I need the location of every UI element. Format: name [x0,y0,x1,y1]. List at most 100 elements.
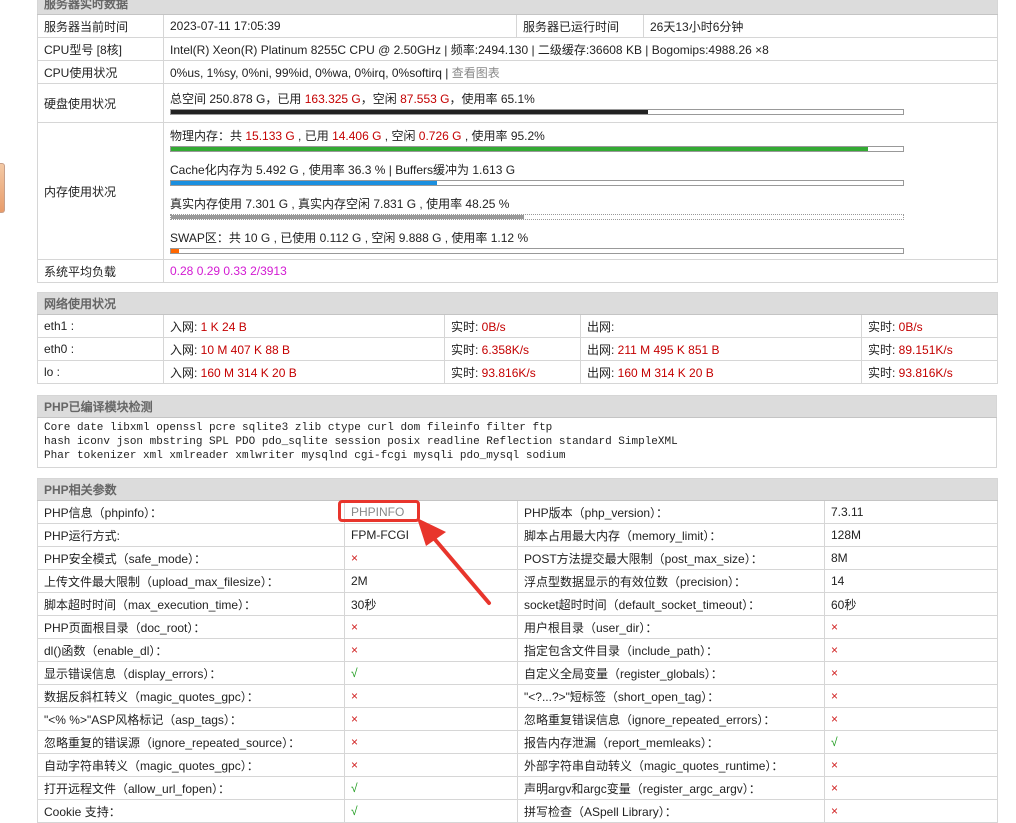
php-param-value: × [344,615,518,639]
php-param-label: PHP版本（php_version）： [517,500,825,524]
php-param-row: 打开远程文件（allow_url_fopen）： √ 声明argv和argc变量（r… [37,776,998,800]
php-param-value: × [344,707,518,731]
php-param-value: × [344,753,518,777]
section-title-server: 服务器实时数据 [36,0,999,15]
mem-physical-fill [171,146,868,151]
net-rt-in-value: 93.816K/s [481,365,536,380]
mem-physical-bar [170,145,904,152]
php-param-label: 脚本占用最大内存（memory_limit）： [517,523,825,547]
php-param-label: PHP运行方式: [37,523,345,547]
php-param-row: "<% %>"ASP风格标记（asp_tags）： × 忽略重复错误信息（ignor… [37,707,998,731]
cpu-chart-link[interactable]: 查看图表 [452,66,500,80]
php-param-row: dl()函数（enable_dl）： × 指定包含文件目录（include_path… [37,638,998,662]
section-title-modules: PHP已编译模块检测 [37,395,997,418]
disk-text: 总空间 250.878 G，已用 163.325 G，空闲 87.553 G，使… [170,91,535,106]
php-param-label: POST方法提交最大限制（post_max_size）： [517,546,825,570]
php-param-label: dl()函数（enable_dl）： [37,638,345,662]
php-param-label: 忽略重复错误信息（ignore_repeated_errors）： [517,707,825,731]
net-rt-out-value: 0B/s [898,319,923,334]
load-label: 系统平均负载 [37,259,164,283]
php-param-label: 忽略重复的错误源（ignore_repeated_source）： [37,730,345,754]
php-param-label: 打开远程文件（allow_url_fopen）： [37,776,345,800]
php-param-label: Cookie 支持： [37,799,345,823]
mem-cache-text: Cache化内存为 5.492 G , 使用率 36.3 % | Buffers… [170,162,516,177]
php-param-label: 上传文件最大限制（upload_max_filesize）： [37,569,345,593]
php-param-value: √ [344,776,518,800]
php-param-label: 自定义全局变量（register_globals）： [517,661,825,685]
network-row: eth0 : 入网: 10 M 407 K 88 B 实时: 6.358K/s 出网:… [37,337,999,361]
net-rt-out-cell: 实时: 0B/s [860,314,999,338]
php-params-table: PHP相关参数 PHP信息（phpinfo）： PHPINFO PHP版本（php_… [37,478,998,823]
php-param-row: PHP信息（phpinfo）： PHPINFO PHP版本（php_version）… [37,500,998,524]
interface-name: eth0 : [37,337,164,361]
php-param-row: 忽略重复的错误源（ignore_repeated_source）： × 报告内存泄漏… [37,730,998,754]
mem-swap-text: SWAP区：共 10 G , 已使用 0.112 G , 空闲 9.888 G … [170,230,529,245]
php-param-value: × [824,707,998,731]
php-param-value: × [824,638,998,662]
server-time-label: 服务器当前时间 [37,14,164,38]
memory-label: 内存使用状况 [37,122,164,260]
mem-cache-bar [170,179,904,186]
modules-list: Core date libxml openssl pcre sqlite3 zl… [37,417,997,468]
cpu-model-value: Intel(R) Xeon(R) Platinum 8255C CPU @ 2.… [162,37,999,61]
php-param-value: × [824,753,998,777]
php-param-row: PHP安全模式（safe_mode）： × POST方法提交最大限制（post_ma… [37,546,998,570]
load-value: 0.28 0.29 0.33 2/3913 [162,259,999,283]
uptime-value: 26天13小时6分钟 [642,14,999,38]
disk-label: 硬盘使用状况 [37,83,164,123]
net-in-cell: 入网: 160 M 314 K 20 B [163,360,445,384]
php-param-label: socket超时时间（default_socket_timeout）： [517,592,825,616]
php-param-value: √ [344,661,518,685]
php-param-row: Cookie 支持： √ 拼写检查（ASpell Library）： × [37,799,998,823]
mem-real-text: 真实内存使用 7.301 G , 真实内存空闲 7.831 G , 使用率 48… [170,196,510,211]
php-param-value: 60秒 [824,592,998,616]
php-param-row: 脚本超时时间（max_execution_time）： 30秒 socket超时时间… [37,592,998,616]
net-rt-in-cell: 实时: 0B/s [444,314,581,338]
php-param-value: × [824,615,998,639]
disk-cell: 总空间 250.878 G，已用 163.325 G，空闲 87.553 G，使… [162,83,999,123]
php-param-value: 7.3.11 [824,500,998,524]
php-param-label: 脚本超时时间（max_execution_time）： [37,592,345,616]
php-param-row: PHP运行方式: FPM-FCGI 脚本占用最大内存（memory_limit）： 1… [37,523,998,547]
php-param-row: 显示错误信息（display_errors）： √ 自定义全局变量（register… [37,661,998,685]
net-rt-in-value: 6.358K/s [481,342,530,357]
php-param-label: 外部字符串自动转义（magic_quotes_runtime）： [517,753,825,777]
mem-swap-bar [170,247,904,254]
uptime-label: 服务器已运行时间 [516,14,644,38]
php-param-label: 声明argv和argc变量（register_argc_argv）： [517,776,825,800]
disk-usage-fill [171,109,648,114]
php-param-value: × [824,661,998,685]
net-rt-out-cell: 实时: 89.151K/s [860,337,999,361]
mem-cache-fill [171,180,437,185]
php-param-value: × [344,546,518,570]
network-table: 网络使用状况 eth1 : 入网: 1 K 24 B 实时: 0B/s 出网: 实时:… [36,292,999,384]
net-rt-in-cell: 实时: 6.358K/s [444,337,581,361]
net-rt-out-cell: 实时: 93.816K/s [860,360,999,384]
net-in-value: 1 K 24 B [200,319,247,334]
interface-name: lo : [37,360,164,384]
php-param-value: × [344,638,518,662]
php-param-label: 用户根目录（user_dir）： [517,615,825,639]
php-param-label: PHP安全模式（safe_mode）： [37,546,345,570]
net-rt-out-value: 89.151K/s [898,342,953,357]
php-param-value: × [824,684,998,708]
php-param-label: 数据反斜杠转义（magic_quotes_gpc）： [37,684,345,708]
cpu-usage-value: 0%us, 1%sy, 0%ni, 99%id, 0%wa, 0%irq, 0%… [170,65,442,80]
php-param-row: 数据反斜杠转义（magic_quotes_gpc）： × "<?...?>"短标签（… [37,684,998,708]
disk-used: 163.325 G [304,91,361,106]
scrollbar-thumb[interactable] [0,163,5,213]
php-param-row: 上传文件最大限制（upload_max_filesize）： 2M 浮点型数据显示的… [37,569,998,593]
mem-physical-text: 物理内存：共 15.133 G , 已用 14.406 G , 空闲 0.726… [170,128,545,143]
cpu-usage-sep: | [441,65,452,80]
net-out-cell: 出网: 211 M 495 K 851 B [580,337,862,361]
net-in-value: 160 M 314 K 20 B [200,365,297,380]
mem-real-fill [171,214,525,219]
net-rt-in-cell: 实时: 93.816K/s [444,360,581,384]
interface-name: eth1 : [37,314,164,338]
php-param-label: 显示错误信息（display_errors）： [37,661,345,685]
php-param-label: 拼写检查（ASpell Library）： [517,799,825,823]
net-out-cell: 出网: 160 M 314 K 20 B [580,360,862,384]
php-param-label: PHP页面根目录（doc_root）： [37,615,345,639]
php-param-value: 8M [824,546,998,570]
net-out-value: 160 M 314 K 20 B [617,365,714,380]
